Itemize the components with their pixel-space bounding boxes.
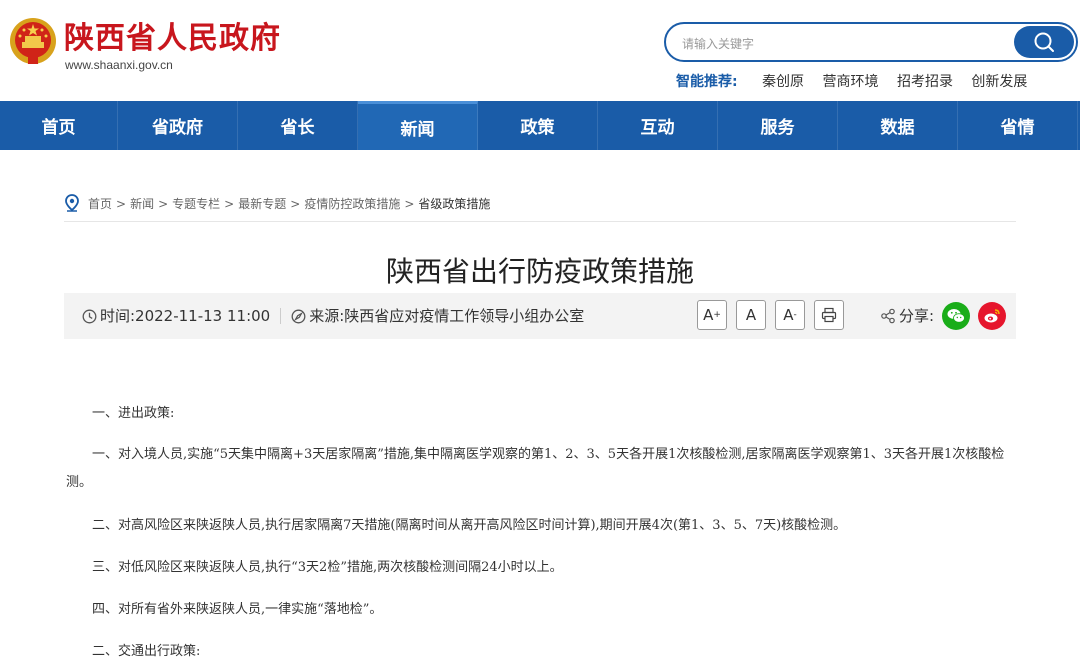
article-title: 陕西省出行防疫政策措施	[385, 255, 694, 288]
share-icon	[881, 308, 895, 324]
article-paragraph: 二、对高风险区来陕返陕人员,执行居家隔离7天措施(隔离时间从离开高风险区时间计算…	[92, 518, 847, 533]
article-paragraph: 二、交通出行政策:	[92, 644, 201, 659]
article-paragraph: 四、对所有省外来陕返陕人员,一律实施“落地检”。	[92, 602, 383, 617]
breadcrumb-separator: >	[404, 197, 415, 211]
site-name[interactable]: 陕西省人民政府	[64, 22, 281, 56]
recommend-link-qinchuangyuan[interactable]: 秦创原	[762, 74, 804, 90]
recommend-link-business-env[interactable]: 营商环境	[823, 74, 879, 90]
share-wechat-button[interactable]	[942, 302, 970, 330]
article-meta: 时间:2022-11-13 11:00 来源:陕西省应对疫情工作领导小组办公室	[82, 306, 584, 326]
font-normal-button[interactable]: A	[736, 300, 766, 330]
nav-item-interaction[interactable]: 互动	[598, 101, 718, 150]
main-nav: 首页 省政府 省长 新闻 政策 互动 服务 数据 省情	[0, 101, 1080, 150]
breadcrumb-news[interactable]: 新闻	[130, 197, 154, 211]
article-paragraph: 一、进出政策:	[92, 406, 175, 421]
nav-item-provincial-government[interactable]: 省政府	[118, 101, 238, 150]
compass-icon	[291, 309, 306, 324]
share-label: 分享:	[899, 307, 935, 325]
breadcrumb-latest-topics[interactable]: 最新专题	[238, 197, 286, 211]
font-normal-label: A	[745, 306, 757, 324]
site-url: www.shaanxi.gov.cn	[65, 58, 173, 72]
smart-recommend: 智能推荐: 秦创原 营商环境 招考招录 创新发展	[676, 72, 1041, 92]
breadcrumb-separator: >	[116, 197, 127, 211]
font-decrease-label: A	[783, 306, 794, 324]
share-area: 分享:	[880, 306, 934, 326]
weibo-icon	[984, 309, 1000, 323]
national-emblem-icon	[10, 18, 56, 64]
nav-item-news[interactable]: 新闻	[358, 101, 478, 150]
search-button[interactable]	[1014, 26, 1074, 58]
article-paragraph: 一、对入境人员,实施“5天集中隔离+3天居家隔离”措施,集中隔离医学观察的第1、…	[66, 447, 1005, 490]
recommend-link-recruitment[interactable]: 招考招录	[897, 74, 953, 90]
breadcrumb-epidemic-policy[interactable]: 疫情防控政策措施	[304, 197, 400, 211]
search-input[interactable]	[680, 32, 1004, 56]
font-decrease-button[interactable]: A-	[775, 300, 805, 330]
breadcrumb-home[interactable]: 首页	[88, 197, 112, 211]
breadcrumb-provincial-policy[interactable]: 省级政策措施	[418, 197, 490, 211]
recommend-label: 智能推荐:	[676, 74, 738, 90]
printer-icon	[821, 307, 837, 323]
wechat-icon	[947, 309, 965, 323]
print-button[interactable]	[814, 300, 844, 330]
nav-item-province-info[interactable]: 省情	[958, 101, 1078, 150]
breadcrumb: 首页 > 新闻 > 专题专栏 > 最新专题 > 疫情防控政策措施 > 省级政策措施	[64, 194, 1016, 222]
recommend-link-innovation[interactable]: 创新发展	[971, 74, 1027, 90]
location-pin-icon	[65, 194, 79, 212]
breadcrumb-separator: >	[158, 197, 169, 211]
share-weibo-button[interactable]	[978, 302, 1006, 330]
nav-item-policy[interactable]: 政策	[478, 101, 598, 150]
article-info-bar: 时间:2022-11-13 11:00 来源:陕西省应对疫情工作领导小组办公室 …	[64, 293, 1016, 339]
meta-divider	[280, 308, 282, 324]
nav-item-home[interactable]: 首页	[0, 101, 118, 150]
publish-time: 时间:2022-11-13 11:00	[100, 307, 271, 325]
clock-icon	[82, 309, 97, 324]
site-header: 陕西省人民政府 www.shaanxi.gov.cn 智能推荐: 秦创原 营商环…	[0, 0, 1080, 101]
breadcrumb-special-topics[interactable]: 专题专栏	[172, 197, 220, 211]
breadcrumb-separator: >	[290, 197, 301, 211]
article-source: 来源:陕西省应对疫情工作领导小组办公室	[309, 307, 585, 325]
font-increase-label: A	[703, 306, 714, 324]
search-icon	[1034, 32, 1054, 52]
nav-item-data[interactable]: 数据	[838, 101, 958, 150]
nav-item-governor[interactable]: 省长	[238, 101, 358, 150]
breadcrumb-separator: >	[224, 197, 235, 211]
search-box	[664, 22, 1078, 62]
font-increase-button[interactable]: A +	[697, 300, 727, 330]
article-paragraph: 三、对低风险区来陕返陕人员,执行“3天2检”措施,两次核酸检测间隔24小时以上。	[92, 560, 563, 575]
nav-item-service[interactable]: 服务	[718, 101, 838, 150]
